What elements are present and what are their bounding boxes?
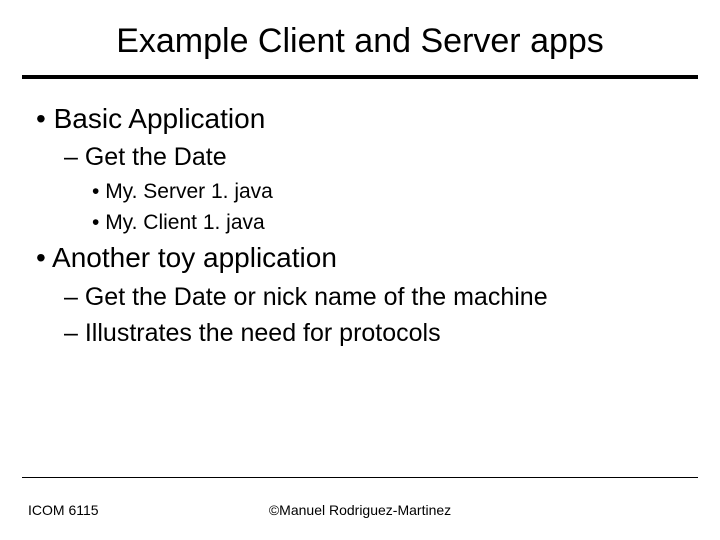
footer-left: ICOM 6115 xyxy=(28,502,99,518)
bullet-level3: My. Client 1. java xyxy=(92,209,698,236)
bullet-level2: Illustrates the need for protocols xyxy=(64,317,698,350)
bullet-level3: My. Server 1. java xyxy=(92,178,698,205)
bullet-level2: Get the Date or nick name of the machine xyxy=(64,281,698,314)
footer-divider xyxy=(22,477,698,478)
bullet-level1: Another toy application xyxy=(36,240,698,276)
footer-center: ©Manuel Rodriguez-Martinez xyxy=(0,502,720,518)
bullet-level1: Basic Application xyxy=(36,101,698,137)
slide-body: Basic Application Get the Date My. Serve… xyxy=(0,79,720,350)
bullet-level2: Get the Date xyxy=(64,141,698,174)
slide: Example Client and Server apps Basic App… xyxy=(0,0,720,540)
slide-title: Example Client and Server apps xyxy=(0,0,720,75)
footer: ICOM 6115 ©Manuel Rodriguez-Martinez xyxy=(0,502,720,518)
